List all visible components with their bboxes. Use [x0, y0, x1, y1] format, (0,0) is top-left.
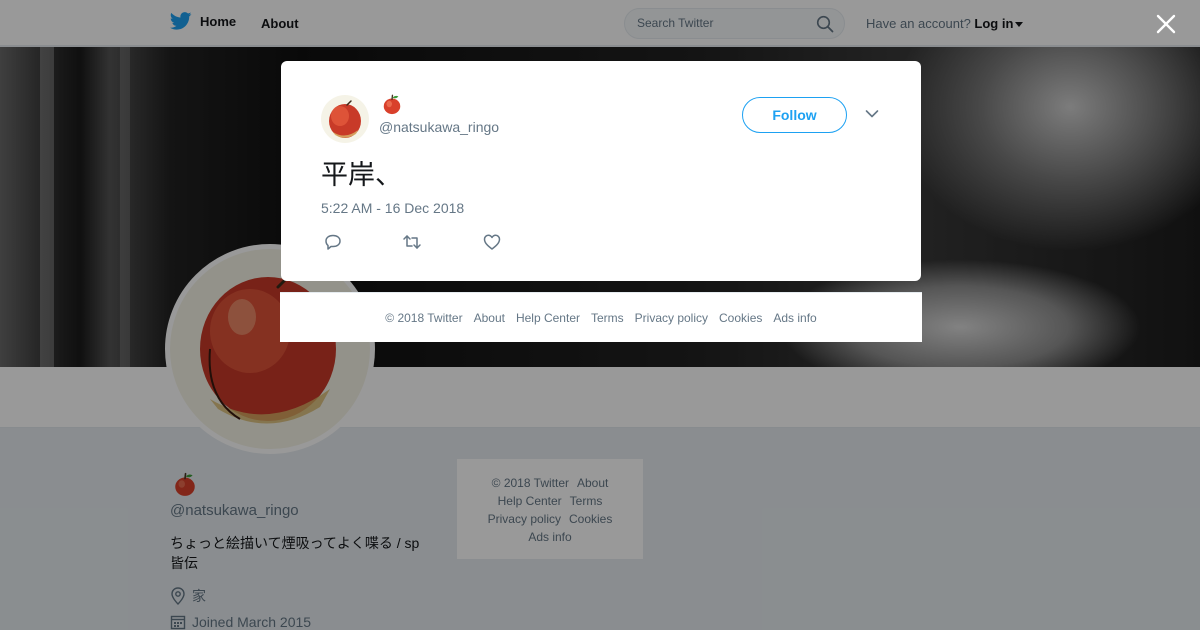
- apple-icon: [383, 94, 401, 115]
- modal-footer-help-link[interactable]: Help Center: [516, 311, 580, 325]
- chevron-down-icon[interactable]: [865, 109, 879, 119]
- tweet-author-handle[interactable]: @natsukawa_ringo: [379, 119, 499, 135]
- modal-footer-privacy-link[interactable]: Privacy policy: [635, 311, 708, 325]
- tweet-timestamp[interactable]: 5:22 AM - 16 Dec 2018: [321, 200, 464, 216]
- tweet-author-avatar[interactable]: [321, 95, 369, 143]
- modal-footer-copyright: © 2018 Twitter: [385, 310, 463, 325]
- follow-button[interactable]: Follow: [742, 97, 847, 133]
- retweet-icon[interactable]: [402, 232, 422, 252]
- modal-footer-cookies-link[interactable]: Cookies: [719, 311, 762, 325]
- tweet-modal: @natsukawa_ringo Follow 平岸、 5:22 AM - 16…: [281, 61, 921, 281]
- tweet-text: 平岸、: [321, 160, 402, 191]
- close-icon[interactable]: [1154, 12, 1178, 36]
- modal-footer: © 2018 Twitter About Help Center Terms P…: [280, 292, 922, 342]
- tweet-author-name[interactable]: [381, 93, 403, 120]
- modal-footer-about-link[interactable]: About: [474, 311, 505, 325]
- apple-illustration: [329, 100, 361, 138]
- modal-footer-terms-link[interactable]: Terms: [591, 311, 624, 325]
- like-icon[interactable]: [482, 232, 502, 252]
- modal-footer-ads-link[interactable]: Ads info: [773, 311, 816, 325]
- reply-icon[interactable]: [323, 232, 343, 252]
